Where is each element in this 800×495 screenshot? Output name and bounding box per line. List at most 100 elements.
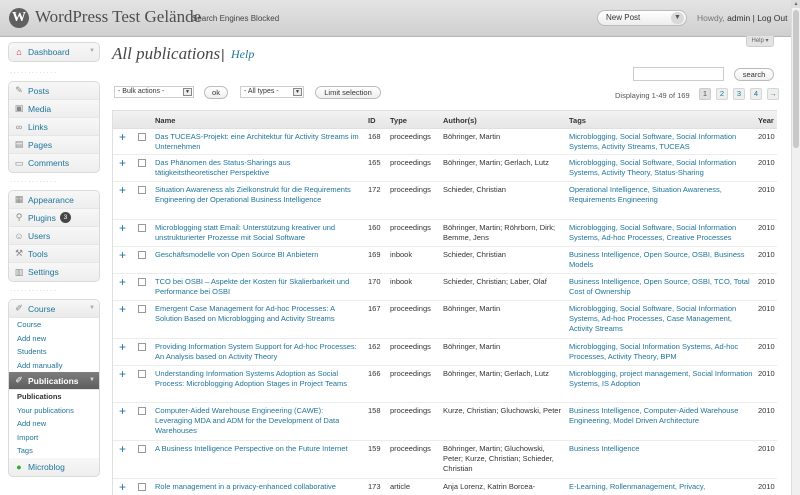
expand-plus-icon[interactable]: + — [119, 443, 126, 455]
expand-plus-icon[interactable]: + — [119, 184, 126, 196]
bulk-actions-select[interactable]: - Bulk actions - ▼ — [114, 86, 194, 98]
publication-title-link[interactable]: Role management in a privacy-enhanced co… — [155, 482, 360, 492]
page-link[interactable]: 3 — [733, 88, 745, 100]
sidebar-item-links[interactable]: ∞ Links — [9, 118, 99, 136]
sidebar-item-plugins[interactable]: ⚲ Plugins 3 — [9, 209, 99, 227]
publication-title-link[interactable]: Situation Awareness als Zielkonstrukt fü… — [155, 185, 360, 205]
menu-separator[interactable]: · · · · · · · · · · · · · — [8, 70, 100, 76]
expand-plus-icon[interactable]: + — [119, 249, 126, 261]
submenu-course-add-new[interactable]: Add new — [9, 331, 99, 345]
next-page-link[interactable]: → — [767, 88, 779, 100]
sidebar-item-microblog[interactable]: ● Microblog — [9, 457, 99, 476]
row-checkbox[interactable] — [138, 186, 146, 194]
sidebar-item-media[interactable]: ▣ Media — [9, 100, 99, 118]
expand-plus-icon[interactable]: + — [119, 481, 126, 493]
row-checkbox[interactable] — [138, 224, 146, 232]
row-checkbox[interactable] — [138, 343, 146, 351]
publication-tags-links[interactable]: Microblogging, Social Software, Social I… — [569, 223, 754, 243]
sidebar-item-settings[interactable]: ▥ Settings — [9, 263, 99, 281]
submenu-tags[interactable]: Tags — [9, 444, 99, 458]
row-checkbox[interactable] — [138, 133, 146, 141]
column-header-type[interactable]: Type — [390, 116, 407, 125]
vertical-scrollbar[interactable]: ▲ — [791, 0, 800, 495]
new-post-dropdown[interactable]: New Post ▼ — [597, 10, 687, 26]
publication-title-link[interactable]: TCO bei OSBI – Aspekte der Kosten für Sk… — [155, 277, 360, 297]
sidebar-item-pages[interactable]: ▤ Pages — [9, 136, 99, 154]
limit-selection-button[interactable]: Limit selection — [315, 86, 381, 99]
publication-tags-links[interactable]: Business Intelligence, Open Source, OSBI… — [569, 277, 754, 297]
publication-tags-links[interactable]: Business Intelligence, Computer-Aided Wa… — [569, 406, 754, 426]
page-link-current[interactable]: 1 — [699, 88, 711, 100]
sidebar-item-publications[interactable]: ✐ Publications ▼ — [9, 372, 99, 390]
publication-title-link[interactable]: Computer-Aided Warehouse Engineering (CA… — [155, 406, 360, 435]
help-tab[interactable]: Help ▾ — [746, 36, 774, 47]
type-filter-select[interactable]: - All types - ▼ — [240, 86, 304, 98]
expand-plus-icon[interactable]: + — [119, 405, 126, 417]
wordpress-logo-icon[interactable]: W — [9, 8, 29, 28]
row-checkbox[interactable] — [138, 445, 146, 453]
publication-title-link[interactable]: Emergent Case Management for Ad-hoc Proc… — [155, 304, 360, 324]
column-header-authors[interactable]: Author(s) — [443, 116, 477, 125]
sidebar-item-appearance[interactable]: ▦ Appearance — [9, 191, 99, 209]
publication-tags-links[interactable]: Microblogging, Social Information System… — [569, 342, 754, 362]
expand-plus-icon[interactable]: + — [119, 341, 126, 353]
help-link[interactable]: Help — [231, 47, 254, 62]
publication-title-link[interactable]: A Business Intelligence Perspective on t… — [155, 444, 360, 454]
expand-plus-icon[interactable]: + — [119, 303, 126, 315]
submenu-publications[interactable]: Publications — [9, 390, 99, 404]
sidebar-item-tools[interactable]: ⚒ Tools — [9, 245, 99, 263]
submenu-import[interactable]: Import — [9, 430, 99, 444]
submenu-publications-add-new[interactable]: Add new — [9, 417, 99, 431]
row-checkbox[interactable] — [138, 407, 146, 415]
column-header-tags[interactable]: Tags — [569, 116, 586, 125]
expand-plus-icon[interactable]: + — [119, 368, 126, 380]
row-checkbox[interactable] — [138, 278, 146, 286]
row-checkbox[interactable] — [138, 251, 146, 259]
publication-tags-links[interactable]: Microblogging, project management, Socia… — [569, 369, 754, 389]
publication-title-link[interactable]: Das TUCEAS-Projekt: eine Architektur für… — [155, 132, 360, 152]
search-button[interactable]: search — [734, 68, 774, 81]
submenu-your-publications[interactable]: Your publications — [9, 403, 99, 417]
sidebar-item-posts[interactable]: ✎ Posts — [9, 82, 99, 100]
expand-plus-icon[interactable]: + — [119, 222, 126, 234]
publication-tags-links[interactable]: E-Learning, Rollenmanagement, Privacy, — [569, 482, 754, 492]
chevron-down-icon[interactable]: ▼ — [671, 12, 684, 24]
column-header-name[interactable]: Name — [155, 116, 175, 125]
publication-title-link[interactable]: Geschäftsmodelle von Open Source BI Anbi… — [155, 250, 360, 260]
site-title[interactable]: WordPress Test Gelände — [35, 7, 201, 27]
submenu-course[interactable]: Course — [9, 318, 99, 332]
menu-separator[interactable]: · · · · · · · · · · · · · — [8, 179, 100, 185]
sidebar-item-dashboard[interactable]: ⌂ Dashboard ▼ — [8, 42, 100, 62]
chevron-down-icon[interactable]: ▼ — [89, 305, 95, 311]
menu-separator[interactable]: · · · · · · · · · · · · · — [8, 288, 100, 294]
publication-title-link[interactable]: Das Phänomen des Status-Sharings aus tät… — [155, 158, 360, 178]
publication-tags-links[interactable]: Business Intelligence — [569, 444, 754, 454]
page-link[interactable]: 4 — [750, 88, 762, 100]
sidebar-item-comments[interactable]: ▭ Comments — [9, 154, 99, 172]
chevron-down-icon[interactable]: ▼ — [89, 48, 95, 54]
publication-tags-links[interactable]: Business Intelligence, Open Source, OSBI… — [569, 250, 754, 270]
submenu-students[interactable]: Students — [9, 345, 99, 359]
publication-tags-links[interactable]: Microblogging, Social Software, Social I… — [569, 132, 754, 152]
expand-plus-icon[interactable]: + — [119, 276, 126, 288]
publication-tags-links[interactable]: Microblogging, Social Software, Social I… — [569, 304, 754, 333]
publication-tags-links[interactable]: Microblogging, Social Software, Social I… — [569, 158, 754, 178]
column-header-year[interactable]: Year — [758, 116, 774, 125]
submenu-add-manually[interactable]: Add manually — [9, 358, 99, 372]
username-link[interactable]: admin — [727, 13, 750, 23]
row-checkbox[interactable] — [138, 159, 146, 167]
scrollbar-thumb[interactable] — [793, 10, 799, 148]
chevron-down-icon[interactable]: ▼ — [89, 377, 95, 383]
sidebar-item-course[interactable]: ✐ Course ▼ — [9, 300, 99, 318]
scroll-up-arrow-icon[interactable]: ▲ — [792, 0, 800, 8]
row-checkbox[interactable] — [138, 370, 146, 378]
search-input[interactable] — [633, 67, 724, 81]
publication-title-link[interactable]: Microblogging statt Email: Unterstützung… — [155, 223, 360, 243]
publication-title-link[interactable]: Providing Information System Support for… — [155, 342, 360, 362]
logout-link[interactable]: | Log Out — [753, 13, 788, 23]
ok-button[interactable]: ok — [204, 86, 228, 99]
page-link[interactable]: 2 — [716, 88, 728, 100]
publication-title-link[interactable]: Understanding Information Systems Adopti… — [155, 369, 360, 389]
row-checkbox[interactable] — [138, 483, 146, 491]
row-checkbox[interactable] — [138, 305, 146, 313]
